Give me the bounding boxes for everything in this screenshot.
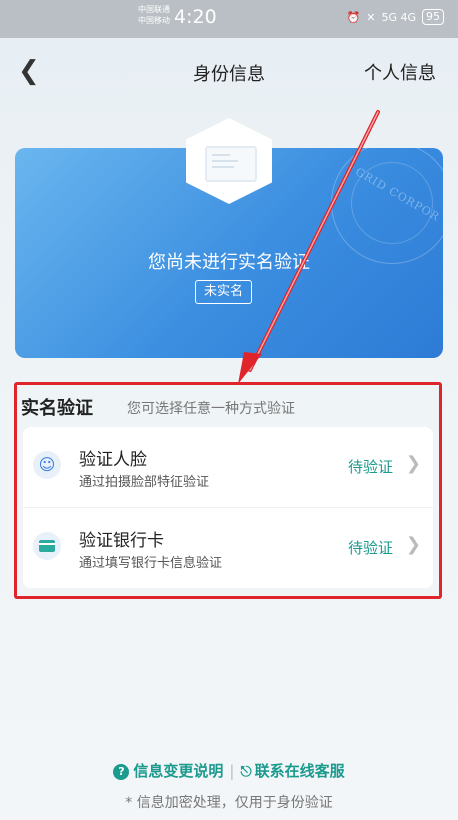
info-change-link[interactable]: 信息变更说明 — [133, 762, 223, 780]
annotation-arrow — [238, 110, 380, 384]
help-icon: ? — [113, 764, 130, 780]
footer-links: ? 信息变更说明 | ⎋ 联系在线客服 — [0, 760, 458, 781]
headset-icon: ⎋ — [240, 764, 252, 780]
online-service-link[interactable]: 联系在线客服 — [255, 762, 345, 780]
divider: | — [229, 762, 235, 780]
privacy-note: * 信息加密处理，仅用于身份验证 — [125, 795, 333, 811]
